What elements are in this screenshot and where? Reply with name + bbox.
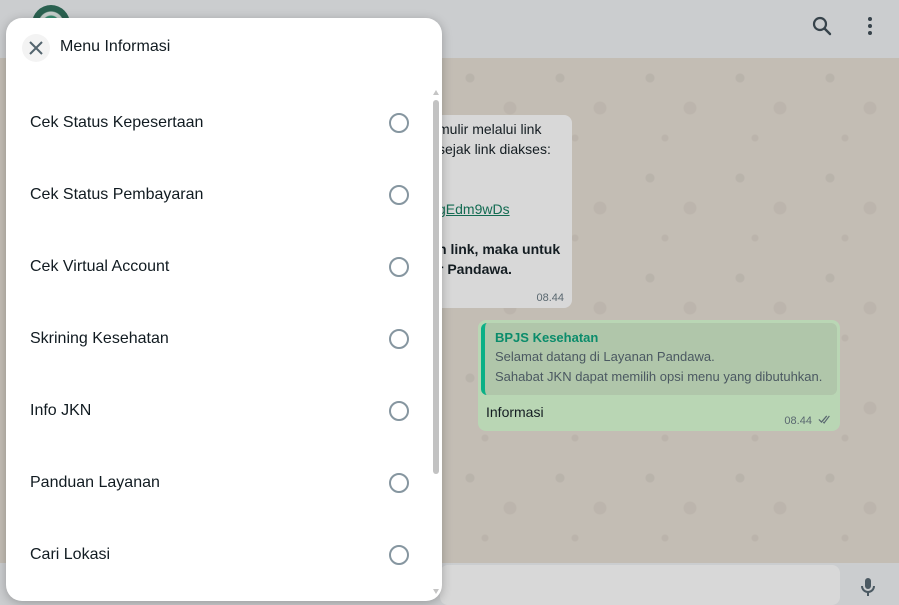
radio-button[interactable] (389, 113, 409, 133)
option-label: Panduan Layanan (30, 474, 160, 491)
radio-button[interactable] (389, 401, 409, 421)
option-skrining-kesehatan[interactable]: Skrining Kesehatan (6, 303, 432, 375)
option-label: Cek Status Kepesertaan (30, 114, 204, 131)
close-button[interactable] (22, 34, 50, 62)
option-label: Cek Status Pembayaran (30, 186, 204, 203)
close-icon (29, 41, 43, 55)
option-info-jkn[interactable]: Info JKN (6, 375, 432, 447)
dialog-header: Menu Informasi (6, 18, 442, 78)
option-label: Cari Lokasi (30, 546, 111, 563)
scrollbar[interactable] (433, 90, 439, 594)
scroll-thumb[interactable] (433, 100, 439, 474)
option-cek-status-kepesertaan[interactable]: Cek Status Kepesertaan (6, 87, 432, 159)
option-cek-virtual-account[interactable]: Cek Virtual Account (6, 231, 432, 303)
option-panduan-layanan[interactable]: Panduan Layanan (6, 447, 432, 519)
option-label: Cek Virtual Account (30, 258, 170, 275)
radio-button[interactable] (389, 329, 409, 349)
option-cek-status-pembayaran[interactable]: Cek Status Pembayaran (6, 159, 432, 231)
dialog-title: Menu Informasi (60, 38, 171, 55)
scroll-up-arrow[interactable] (433, 90, 439, 95)
radio-button[interactable] (389, 185, 409, 205)
menu-informasi-dialog: Menu Informasi Cek Status Kepesertaan Ce… (6, 18, 442, 601)
option-label: Info JKN (30, 402, 92, 419)
radio-button[interactable] (389, 257, 409, 277)
option-cari-lokasi[interactable]: Cari Lokasi (6, 519, 432, 591)
option-label: Skrining Kesehatan (30, 330, 169, 347)
scroll-down-arrow[interactable] (433, 589, 439, 594)
option-list: Cek Status Kepesertaan Cek Status Pembay… (6, 87, 432, 591)
radio-button[interactable] (389, 545, 409, 565)
radio-button[interactable] (389, 473, 409, 493)
